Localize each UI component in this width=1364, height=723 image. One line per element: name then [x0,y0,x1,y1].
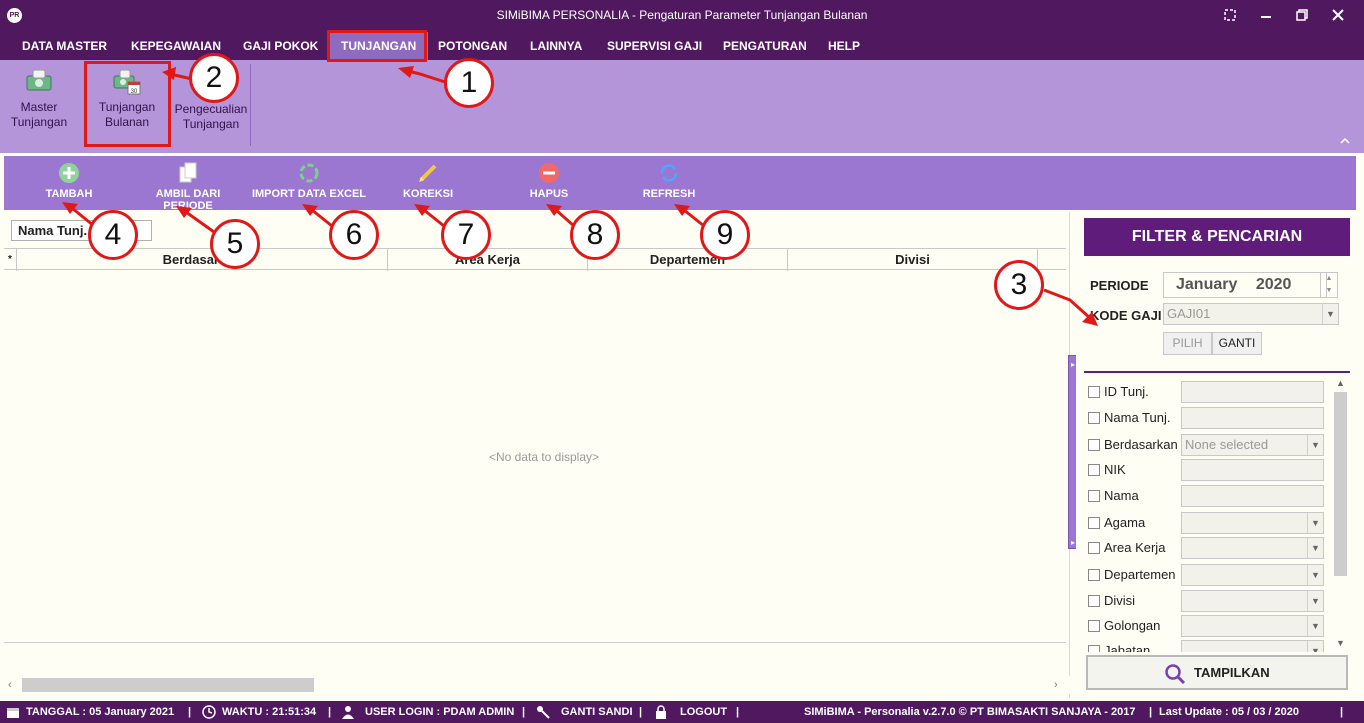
annotation-4: 4 [88,210,138,260]
annotation-2: 2 [189,53,239,103]
annotation-arrows [62,66,1098,326]
annotation-8: 8 [570,210,620,260]
app-window: PR SIMiBIMA PERSONALIA - Pengaturan Para… [0,0,1364,723]
annotation-3: 3 [994,260,1044,310]
annotation-5: 5 [210,219,260,269]
annotation-9: 9 [700,210,750,260]
annotation-1: 1 [444,58,494,108]
annotation-7: 7 [441,210,491,260]
annotation-6: 6 [329,210,379,260]
